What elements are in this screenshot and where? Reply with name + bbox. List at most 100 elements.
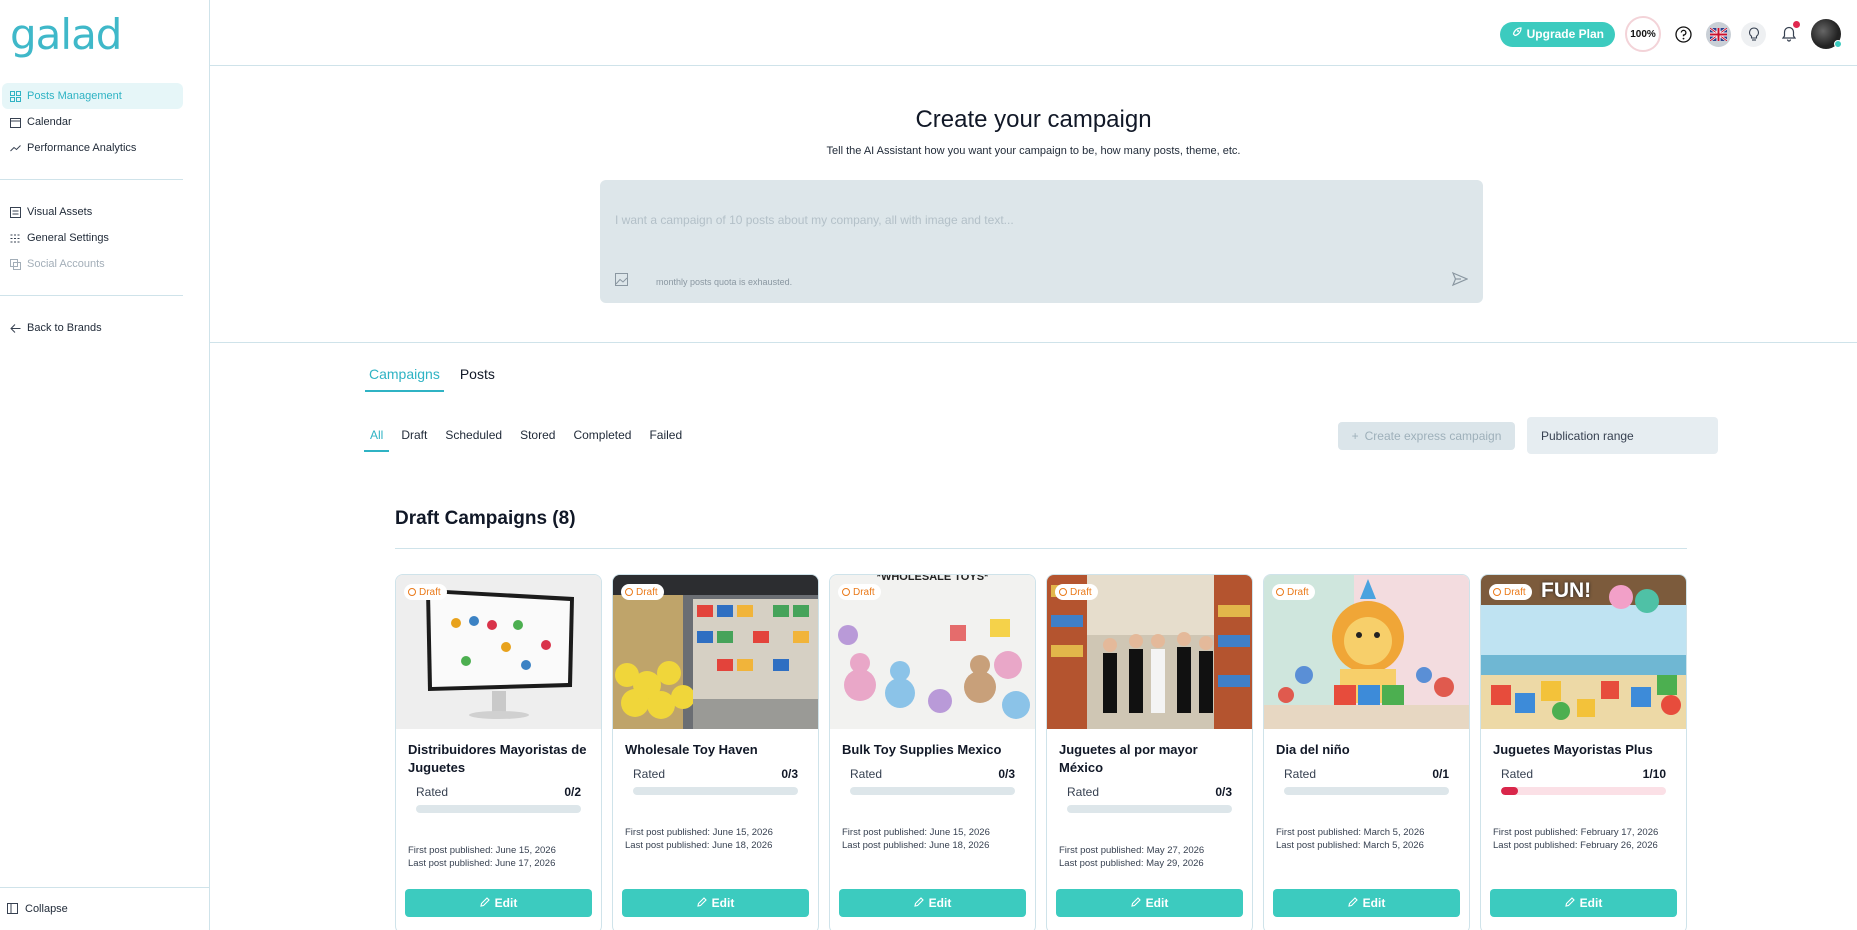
bell-icon[interactable] [1776,20,1801,47]
rated-row: Rated 0/3 [850,767,1015,781]
prompt-placeholder: I want a campaign of 10 posts about my c… [615,213,1014,227]
section-title: Draft Campaigns (8) [395,508,576,529]
campaign-title: Wholesale Toy Haven [625,742,758,757]
filter-completed[interactable]: Completed [567,424,637,452]
sidebar-item-performance-analytics[interactable]: Performance Analytics [2,135,183,161]
rated-label: Rated [633,767,666,781]
pencil-icon [913,896,924,910]
status-badge-label: Draft [1504,586,1526,598]
edit-campaign-button[interactable]: Edit [405,889,592,917]
status-badge: Draft [1272,584,1315,600]
page-title: Create your campaign [915,106,1152,133]
create-express-campaign-button[interactable]: + Create express campaign [1338,422,1515,450]
arrow-left-icon [9,322,21,334]
last-post-date: Last post published: June 18, 2026 [842,840,990,851]
tab-posts[interactable]: Posts [456,362,499,392]
status-badge-label: Draft [636,586,658,598]
campaign-card[interactable]: Draft Distribuidores Mayoristas de Jugue… [395,574,602,930]
first-post-date: First post published: June 15, 2026 [842,827,990,838]
first-post-date: First post published: June 15, 2026 [625,827,773,838]
campaign-title: Juguetes al por mayor México [1059,742,1198,775]
campaign-cards: Draft Distribuidores Mayoristas de Jugue… [395,574,1687,930]
calendar-icon [9,116,21,128]
campaign-card[interactable]: Draft Wholesale Toy Haven Rated 0/3 Firs… [612,574,819,930]
status-badge-label: Draft [1070,586,1092,598]
publish-dates: First post published: March 5, 2026 Last… [1276,826,1424,852]
create-express-campaign-label: Create express campaign [1364,429,1502,443]
last-post-date: Last post published: February 26, 2026 [1493,840,1658,851]
status-badge: Draft [404,584,447,600]
create-campaign-section: Create your campaign Tell the AI Assista… [210,66,1857,343]
campaign-card[interactable]: Draft Juguetes al por mayor México Rated… [1046,574,1253,930]
filter-stored[interactable]: Stored [514,424,561,452]
status-badge: Draft [1055,584,1098,600]
pencil-icon [1130,896,1141,910]
status-badge-label: Draft [419,586,441,598]
rated-label: Rated [1067,785,1100,799]
edit-label: Edit [1362,896,1386,910]
campaign-thumbnail: Draft FUN! [1481,575,1686,729]
online-status-dot [1834,40,1842,48]
edit-campaign-button[interactable]: Edit [1490,889,1677,917]
filter-draft[interactable]: Draft [395,424,433,452]
rated-row: Rated 1/10 [1501,767,1666,781]
sidebar-item-posts-management[interactable]: Posts Management [2,83,183,109]
sidebar-item-label: Calendar [27,116,72,128]
quota-message: monthly posts quota is exhausted. [656,277,793,287]
sidebar-item-general-settings[interactable]: General Settings [2,225,183,251]
filter-failed[interactable]: Failed [643,424,688,452]
rated-row: Rated 0/3 [633,767,798,781]
filter-all[interactable]: All [364,424,390,452]
page-subtitle: Tell the AI Assistant how you want your … [826,145,1241,157]
send-icon[interactable] [1451,271,1469,287]
clock-icon [408,588,416,596]
bulb-icon[interactable] [1741,21,1766,47]
upgrade-plan-button[interactable]: Upgrade Plan [1499,21,1615,47]
sidebar-item-label: Visual Assets [27,206,93,218]
rocket-icon [1511,27,1522,41]
rated-value: 1/10 [1642,767,1666,781]
section-divider [395,548,1687,549]
collapse-button[interactable]: Collapse [0,887,210,930]
sidebar-item-social-accounts[interactable]: Social Accounts [2,251,183,277]
campaign-card[interactable]: Draft Dia del niño Rated 0/1 First post … [1263,574,1470,930]
first-post-date: First post published: May 27, 2026 [1059,845,1205,856]
campaign-thumbnail: Draft [1047,575,1252,729]
back-to-brands-label: Back to Brands [27,322,102,334]
edit-campaign-button[interactable]: Edit [1273,889,1460,917]
sidebar-divider [0,179,183,180]
usage-indicator[interactable]: 100% [1625,16,1661,52]
rated-value: 0/3 [998,767,1015,781]
logo[interactable]: galad [10,10,122,59]
edit-label: Edit [1145,896,1169,910]
topbar: Upgrade Plan 100% [210,0,1857,66]
campaign-card[interactable]: Draft FUN! Juguetes Mayoristas Plus Rate… [1480,574,1687,930]
campaign-prompt-input[interactable]: I want a campaign of 10 posts about my c… [600,180,1483,303]
edit-label: Edit [494,896,518,910]
publication-range-picker[interactable]: Publication range [1527,417,1718,454]
rated-value: 0/3 [781,767,798,781]
app-root: galad Posts Management Calendar Performa… [0,0,1857,930]
campaign-thumbnail: Draft [613,575,818,729]
campaign-card[interactable]: Draft *WHOLESALE TOYS* Bulk Toy Supplies… [829,574,1036,930]
help-icon[interactable] [1671,22,1696,47]
back-to-brands-link[interactable]: Back to Brands [2,315,183,341]
sidebar-item-label: Social Accounts [27,258,105,270]
status-badge: Draft [1489,584,1532,600]
grid-icon [9,90,21,102]
nav-primary: Posts Management Calendar Performance An… [0,83,183,161]
rated-label: Rated [416,785,449,799]
filter-scheduled[interactable]: Scheduled [439,424,508,452]
flag-uk-icon[interactable] [1706,21,1731,47]
edit-campaign-button[interactable]: Edit [1056,889,1243,917]
sidebar-item-visual-assets[interactable]: Visual Assets [2,199,183,225]
tab-campaigns[interactable]: Campaigns [365,362,444,392]
edit-campaign-button[interactable]: Edit [839,889,1026,917]
campaign-title: Distribuidores Mayoristas de Juguetes [408,742,587,775]
avatar[interactable] [1811,19,1842,49]
sidebar-item-label: Posts Management [27,90,122,102]
edit-campaign-button[interactable]: Edit [622,889,809,917]
image-attach-icon[interactable] [615,273,628,286]
publish-dates: First post published: May 27, 2026 Last … [1059,844,1204,870]
sidebar-item-calendar[interactable]: Calendar [2,109,183,135]
